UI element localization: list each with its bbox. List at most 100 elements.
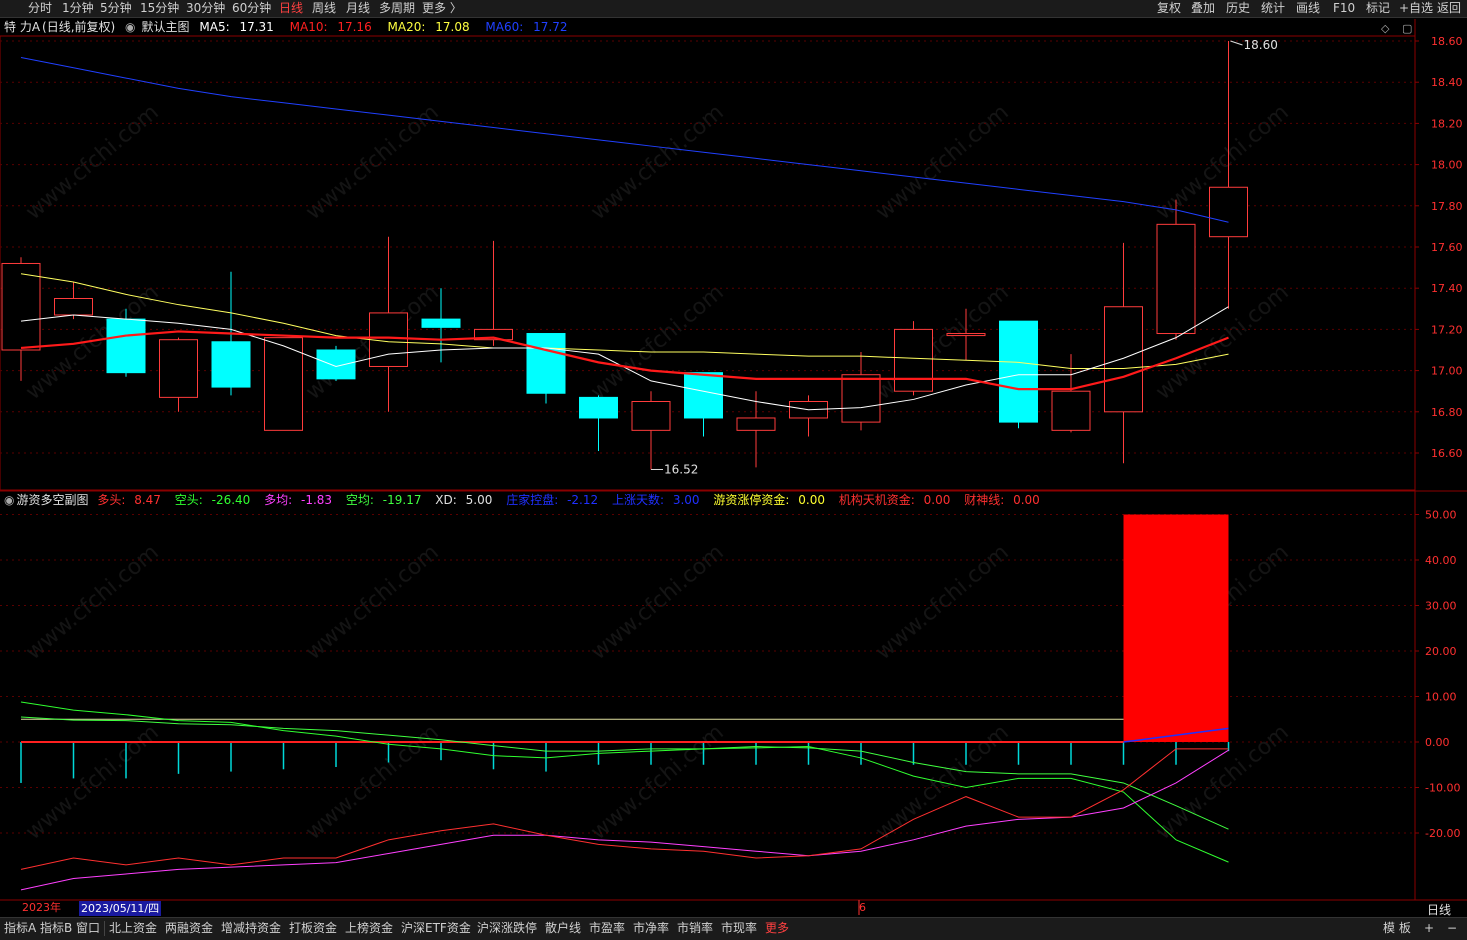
sub-tick-label: -20.00 xyxy=(1425,827,1460,840)
tab-margin[interactable]: 两融资金 xyxy=(165,918,213,938)
legend-jigou: 机构天机资金: 0.00 xyxy=(838,493,951,507)
tab-window[interactable]: 窗口 xyxy=(76,918,100,938)
indicator-label[interactable]: 默认主图 xyxy=(142,20,190,34)
tab-indicator-a[interactable]: 指标A xyxy=(4,918,36,938)
bottom-tab-bar: 指标A 指标B 窗口 北上资金 两融资金 增减持资金 打板资金 上榜资金 沪深E… xyxy=(0,917,1467,940)
tab-indicator-b[interactable]: 指标B xyxy=(40,918,72,938)
kline-chart[interactable]: 18.60 18.40 18.20 18.00 17.80 17.60 17.40 17.20… xyxy=(0,0,1467,939)
sub-tick-label: -10.00 xyxy=(1425,782,1460,795)
date-axis: 2023年 2023/05/11/四 6 xyxy=(0,900,1415,916)
candle-body xyxy=(1104,306,1143,413)
legend-xd: XD: 5.00 xyxy=(435,493,493,507)
kongjun-line xyxy=(20,716,1229,830)
tab-northbound[interactable]: 北上资金 xyxy=(109,918,157,938)
youzi-funds-bar xyxy=(1123,514,1229,742)
diamond-icon: ◇ xyxy=(1381,22,1390,35)
candle-body xyxy=(631,401,671,431)
tab-pe[interactable]: 市盈率 xyxy=(589,918,625,938)
candle-body xyxy=(211,341,251,388)
kongtou-line xyxy=(20,701,1229,863)
price-tick-label: 17.40 xyxy=(1431,282,1463,295)
price-tick-label: 16.60 xyxy=(1431,447,1463,460)
ma5-line xyxy=(20,306,1229,411)
sub-tick-label: 50.00 xyxy=(1425,509,1457,522)
duojun-line xyxy=(20,749,1229,891)
stock-name[interactable]: 特 力A xyxy=(4,20,40,34)
tab-ps[interactable]: 市销率 xyxy=(677,918,713,938)
template-button[interactable]: 模 板 xyxy=(1383,918,1411,938)
zoom-in-button[interactable]: + xyxy=(1424,918,1434,938)
low-price-label: 16.52 xyxy=(664,462,698,476)
ma60-legend: MA60: 17.72 xyxy=(485,20,568,34)
sub-tick-label: 30.00 xyxy=(1425,600,1457,613)
price-tick-label: 18.00 xyxy=(1431,159,1463,172)
price-tick-label: 16.80 xyxy=(1431,406,1463,419)
tab-daban[interactable]: 打板资金 xyxy=(289,918,337,938)
price-tick-label: 17.60 xyxy=(1431,241,1463,254)
month-mark: 6 xyxy=(859,901,866,914)
zoom-out-button[interactable]: − xyxy=(1447,918,1457,938)
candle-body xyxy=(159,339,198,398)
tab-pcf[interactable]: 市现率 xyxy=(721,918,757,938)
price-tick-label: 17.20 xyxy=(1431,323,1463,336)
sub-chart-header: ◉ 游资多空副图 多头: 8.47 空头: -26.40 多均: -1.83 空均… xyxy=(4,492,1050,508)
candle-body xyxy=(1,262,41,351)
price-tick-label: 18.60 xyxy=(1431,35,1463,48)
period-mode: (日线,前复权) xyxy=(42,20,116,34)
tab-limit-updown[interactable]: 沪深涨跌停 xyxy=(477,918,537,938)
sub-chart-name[interactable]: 游资多空副图 xyxy=(16,493,88,507)
sub-tick-label: 40.00 xyxy=(1425,554,1457,567)
high-marker-line xyxy=(1230,40,1243,46)
sub-tick-label: 20.00 xyxy=(1425,645,1457,658)
candle-body xyxy=(841,374,881,423)
candle-body xyxy=(54,298,93,316)
sub-tick-label: 0.00 xyxy=(1425,736,1450,749)
main-chart-frame xyxy=(0,35,1416,491)
candle-body xyxy=(526,333,566,394)
price-tick-label: 17.00 xyxy=(1431,365,1463,378)
candle-body xyxy=(894,328,933,392)
tab-retail-line[interactable]: 散户线 xyxy=(545,918,581,938)
year-label: 2023年 xyxy=(22,901,61,914)
price-tick-label: 18.20 xyxy=(1431,117,1463,130)
legend-duojun: 多均: -1.83 xyxy=(264,493,333,507)
candle-body xyxy=(1051,390,1091,431)
tab-pb[interactable]: 市净率 xyxy=(633,918,669,938)
ma10-legend: MA10: 17.16 xyxy=(289,20,372,34)
tab-more[interactable]: 更多 xyxy=(765,918,789,938)
candle-body xyxy=(1156,223,1196,335)
main-chart-header: 特 力A (日线,前复权) ◉ 默认主图 MA5: 17.31 MA10: 17.1… xyxy=(4,19,579,35)
candle-body xyxy=(106,318,146,374)
candle-body xyxy=(999,320,1038,423)
price-tick-label: 18.40 xyxy=(1431,76,1463,89)
sub-tick-label: 10.00 xyxy=(1425,691,1457,704)
candle-body xyxy=(946,333,986,337)
candle-body xyxy=(316,349,356,380)
window-icon: ▢ xyxy=(1402,22,1412,35)
tab-billboard[interactable]: 上榜资金 xyxy=(345,918,393,938)
dropdown-icon[interactable]: ◉ xyxy=(4,493,14,507)
candle-body xyxy=(579,396,618,419)
legend-youzi: 游资涨停资金: 0.00 xyxy=(713,493,825,507)
candle-body xyxy=(421,318,461,328)
legend-caishen: 财神线: 0.00 xyxy=(964,493,1040,507)
tab-holdings-change[interactable]: 增减持资金 xyxy=(221,918,281,938)
legend-duotou: 多头: 8.47 xyxy=(97,493,161,507)
ma20-legend: MA20: 17.08 xyxy=(387,20,470,34)
legend-rising-days: 上涨天数: 3.00 xyxy=(611,493,700,507)
cursor-date: 2023/05/11/四 xyxy=(79,901,162,916)
duotou-line xyxy=(20,748,1229,870)
candle-body xyxy=(736,417,776,431)
legend-kongtou: 空头: -26.40 xyxy=(174,493,251,507)
tab-etf[interactable]: 沪深ETF资金 xyxy=(401,918,471,938)
high-price-label: 18.60 xyxy=(1244,38,1278,52)
ma5-legend: MA5: 17.31 xyxy=(199,20,274,34)
price-tick-label: 17.80 xyxy=(1431,200,1463,213)
legend-kongjun: 空均: -19.17 xyxy=(345,493,422,507)
period-label: 日线 xyxy=(1427,903,1452,917)
candle-body xyxy=(1209,186,1248,238)
legend-zhuangjia: 庄家控盘: -2.12 xyxy=(506,493,599,507)
ma10-line xyxy=(20,330,1229,391)
candle-body xyxy=(684,372,723,419)
dropdown-icon[interactable]: ◉ xyxy=(125,20,135,34)
